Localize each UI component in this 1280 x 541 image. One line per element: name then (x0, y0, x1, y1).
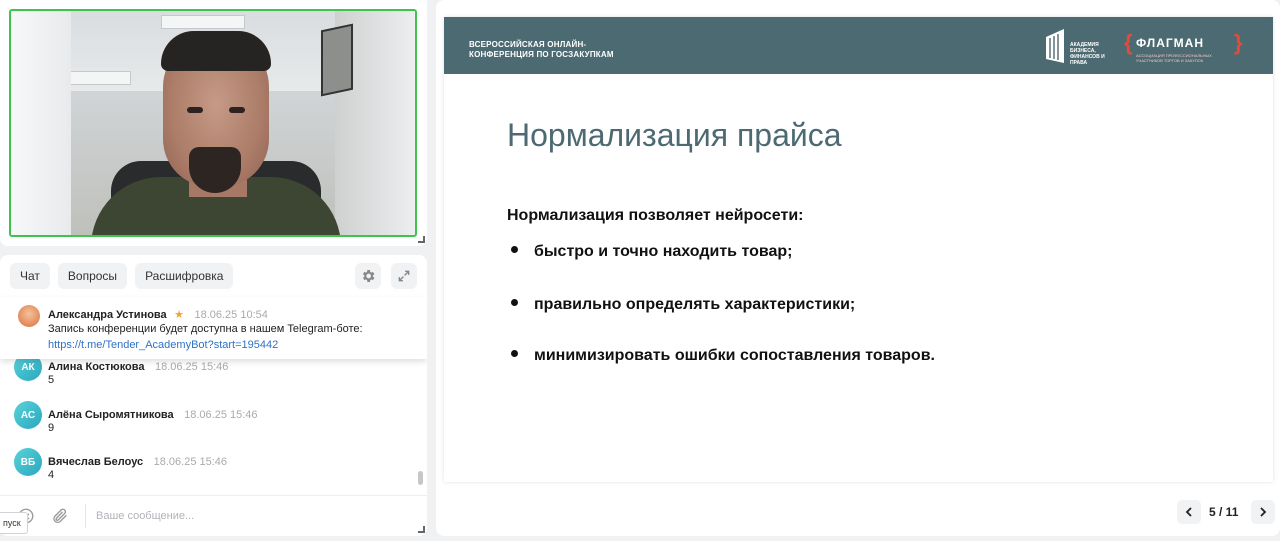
slide-bullet: правильно определять характеристики; (511, 296, 855, 314)
flagman-logo-name: ФЛАГМАН (1136, 36, 1205, 50)
chat-scrollbar[interactable] (418, 471, 423, 485)
message-author: Алина Костюкова (48, 361, 145, 373)
brace-left-icon: { (1124, 30, 1133, 55)
message-header: Алина Костюкова 18.06.25 15:46 (48, 357, 228, 375)
expand-icon (398, 270, 410, 282)
list-item: АК Алина Костюкова 18.06.25 15:46 5 (0, 353, 420, 399)
message-text: 5 (48, 374, 55, 386)
message-text: 4 (48, 469, 55, 481)
conference-title: ВСЕРОССИЙСКАЯ ОНЛАЙН- КОНФЕРЕНЦИЯ ПО ГОС… (469, 40, 709, 60)
video-panel (0, 0, 427, 246)
message-header: Алёна Сыромятникова 18.06.25 15:46 (48, 405, 258, 423)
speaker-hair (161, 31, 271, 71)
conference-title-line: КОНФЕРЕНЦИЯ ПО ГОСЗАКУПКАМ (469, 50, 614, 59)
pinned-time: 18.06.25 10:54 (194, 309, 268, 321)
speaker-eye (187, 107, 203, 113)
message-time: 18.06.25 15:46 (154, 361, 229, 373)
message-time: 18.06.25 15:46 (153, 456, 228, 468)
message-input[interactable] (96, 505, 396, 527)
list-item: АС Алёна Сыромятникова 18.06.25 15:46 9 (0, 401, 420, 447)
academy-logo-icon (1046, 29, 1064, 63)
presentation-area: ВСЕРОССИЙСКАЯ ОНЛАЙН- КОНФЕРЕНЦИЯ ПО ГОС… (436, 0, 1280, 536)
message-text: 9 (48, 422, 55, 434)
ceiling-light (61, 71, 131, 85)
pinned-message: Александра Устинова ★ 18.06.25 10:54 Зап… (0, 297, 427, 359)
slide-bullet: минимизировать ошибки сопоставления това… (511, 347, 935, 365)
tooltip: пуск (0, 512, 28, 534)
gear-icon (362, 270, 375, 282)
chat-panel: Чат Вопросы Расшифровка Александра Устин… (0, 255, 427, 536)
brace-right-icon: } (1234, 30, 1243, 55)
slide-bullet: быстро и точно находить товар; (511, 243, 792, 261)
conference-title-line: ВСЕРОССИЙСКАЯ ОНЛАЙН- (469, 40, 587, 49)
academy-logo: АКАДЕМИЯ БИЗНЕСА, ФИНАНСОВ И ПРАВА (1046, 29, 1126, 66)
next-slide-button[interactable] (1251, 500, 1275, 524)
bullet-dot-icon (511, 350, 518, 358)
pinned-text: Запись конференции будет доступна в наше… (48, 323, 363, 335)
pinned-telegram-link[interactable]: https://t.me/Tender_AcademyBot?start=195… (48, 339, 278, 351)
bullet-dot-icon (511, 299, 518, 307)
avatar: ВБ (14, 448, 42, 476)
message-header: Вячеслав Белоус 18.06.25 15:46 (48, 452, 227, 470)
pinned-author: Александра Устинова (48, 309, 167, 321)
chevron-left-icon (1185, 507, 1192, 517)
message-author: Вячеслав Белоус (48, 456, 144, 468)
pinned-header: Александра Устинова ★ 18.06.25 10:54 (48, 305, 268, 323)
chevron-right-icon (1260, 507, 1267, 517)
attach-button[interactable] (50, 506, 70, 526)
flagman-logo-subtitle: АССОЦИАЦИЯ ПРОФЕССИОНАЛЬНЫХ УЧАСТНИКОВ Т… (1136, 53, 1212, 63)
tab-questions[interactable]: Вопросы (57, 263, 128, 289)
list-item: ВБ Вячеслав Белоус 18.06.25 15:46 4 (0, 448, 420, 490)
tab-chat[interactable]: Чат (10, 263, 50, 289)
slide-title: Нормализация прайса (507, 117, 842, 153)
bullet-dot-icon (511, 246, 518, 254)
message-list[interactable]: АК Алина Костюкова 18.06.25 15:46 5 АС А… (0, 345, 427, 490)
speaker-eye (229, 107, 245, 113)
chat-expand-button[interactable] (391, 263, 417, 289)
prev-slide-button[interactable] (1177, 500, 1201, 524)
slide-counter: 5 / 11 (1209, 505, 1239, 519)
ceiling-light (161, 15, 245, 29)
chat-settings-button[interactable] (355, 263, 381, 289)
message-time: 18.06.25 15:46 (184, 409, 258, 421)
tab-transcript[interactable]: Расшифровка (135, 263, 234, 289)
chat-input-row (0, 495, 427, 536)
paperclip-icon (53, 508, 67, 523)
chat-tabs: Чат Вопросы Расшифровка (10, 263, 234, 289)
wall-picture (321, 23, 353, 97)
slide-bullet-text: быстро и точно находить товар; (534, 243, 793, 260)
slide-bullet-text: правильно определять характеристики; (534, 296, 856, 313)
input-divider (85, 504, 86, 528)
message-author: Алёна Сыромятникова (48, 409, 174, 421)
avatar: АС (14, 401, 42, 429)
star-icon: ★ (174, 309, 184, 321)
speaker-video[interactable] (9, 9, 417, 237)
slide-bullet-text: минимизировать ошибки сопоставления това… (534, 347, 935, 364)
left-column: Чат Вопросы Расшифровка Александра Устин… (0, 0, 427, 541)
video-resize-handle[interactable] (418, 236, 425, 243)
academy-logo-text: АКАДЕМИЯ БИЗНЕСА, ФИНАНСОВ И ПРАВА (1070, 42, 1105, 66)
video-window (11, 11, 71, 235)
avatar (18, 305, 40, 327)
presentation-slide: ВСЕРОССИЙСКАЯ ОНЛАЙН- КОНФЕРЕНЦИЯ ПО ГОС… (444, 17, 1273, 482)
chat-resize-handle[interactable] (418, 526, 425, 533)
flagman-logo: { ФЛАГМАН } АССОЦИАЦИЯ ПРОФЕССИОНАЛЬНЫХ … (1124, 30, 1246, 64)
slide-header: ВСЕРОССИЙСКАЯ ОНЛАЙН- КОНФЕРЕНЦИЯ ПО ГОС… (444, 17, 1273, 74)
slide-intro: Нормализация позволяет нейросети: (507, 207, 804, 224)
